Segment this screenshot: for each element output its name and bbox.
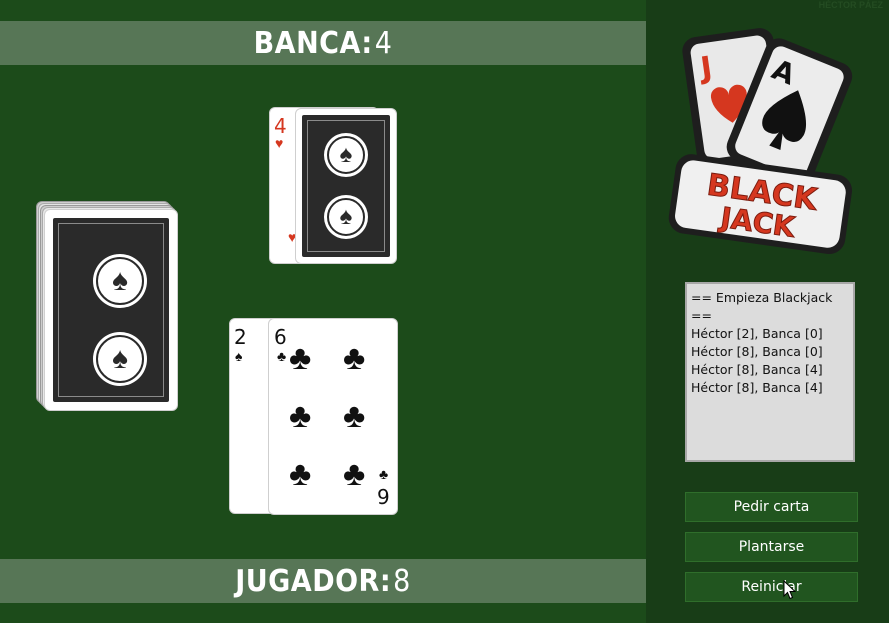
player-card-rank-bottom: 9 (377, 485, 390, 509)
club-icon: ♣ (277, 348, 287, 364)
player-card-rank: 6 (274, 325, 287, 349)
player-score-banner: JUGADOR: 8 (0, 559, 646, 603)
club-icon: ♣ (343, 455, 366, 493)
log-line: == Empieza Blackjack == (691, 290, 833, 323)
player-score: 8 (393, 563, 411, 599)
dealer-score-banner: BANCA: 4 (0, 21, 646, 65)
log-line: Héctor [2], Banca [0] (691, 326, 823, 341)
spade-emblem-icon: ♠ (93, 332, 147, 386)
dealer-label: BANCA: (253, 25, 373, 61)
author-credit: HÉCTOR PÁEZ (818, 0, 883, 10)
game-log[interactable]: == Empieza Blackjack == Héctor [2], Banc… (685, 282, 855, 462)
mouse-cursor-icon (783, 580, 797, 600)
spade-icon: ♠ (235, 348, 243, 364)
log-line: Héctor [8], Banca [4] (691, 362, 823, 377)
dealer-score: 4 (374, 25, 393, 61)
club-icon: ♣ (289, 455, 312, 493)
dealer-hidden-card-back: ♠ ♠ (295, 108, 397, 264)
dealer-card-rank: 4 (274, 114, 287, 138)
club-icon: ♣ (289, 397, 312, 435)
club-icon: ♣ (343, 397, 366, 435)
reset-button[interactable]: Reiniciar (685, 572, 858, 602)
log-line: Héctor [8], Banca [0] (691, 344, 823, 359)
player-label: JUGADOR: (235, 563, 392, 599)
spade-emblem-icon: ♠ (93, 254, 147, 308)
deck-top-card-back: ♠ ♠ (44, 209, 178, 411)
hit-button[interactable]: Pedir carta (685, 492, 858, 522)
stand-button[interactable]: Plantarse (685, 532, 858, 562)
spade-emblem-icon: ♠ (324, 133, 368, 177)
blackjack-logo: J A BLACK JACK (668, 28, 853, 255)
club-icon: ♣ (343, 339, 366, 377)
log-line: Héctor [8], Banca [4] (691, 380, 823, 395)
club-icon: ♣ (289, 339, 312, 377)
player-card-6-clubs: 6 ♣ ♣ ♣ ♣ ♣ ♣ ♣ ♣ 9 (268, 318, 398, 515)
card-deck[interactable]: ♠ ♠ (36, 201, 178, 411)
player-card-rank: 2 (234, 325, 247, 349)
heart-icon: ♥ (275, 135, 284, 151)
spade-emblem-icon: ♠ (324, 195, 368, 239)
club-icon: ♣ (379, 466, 389, 482)
